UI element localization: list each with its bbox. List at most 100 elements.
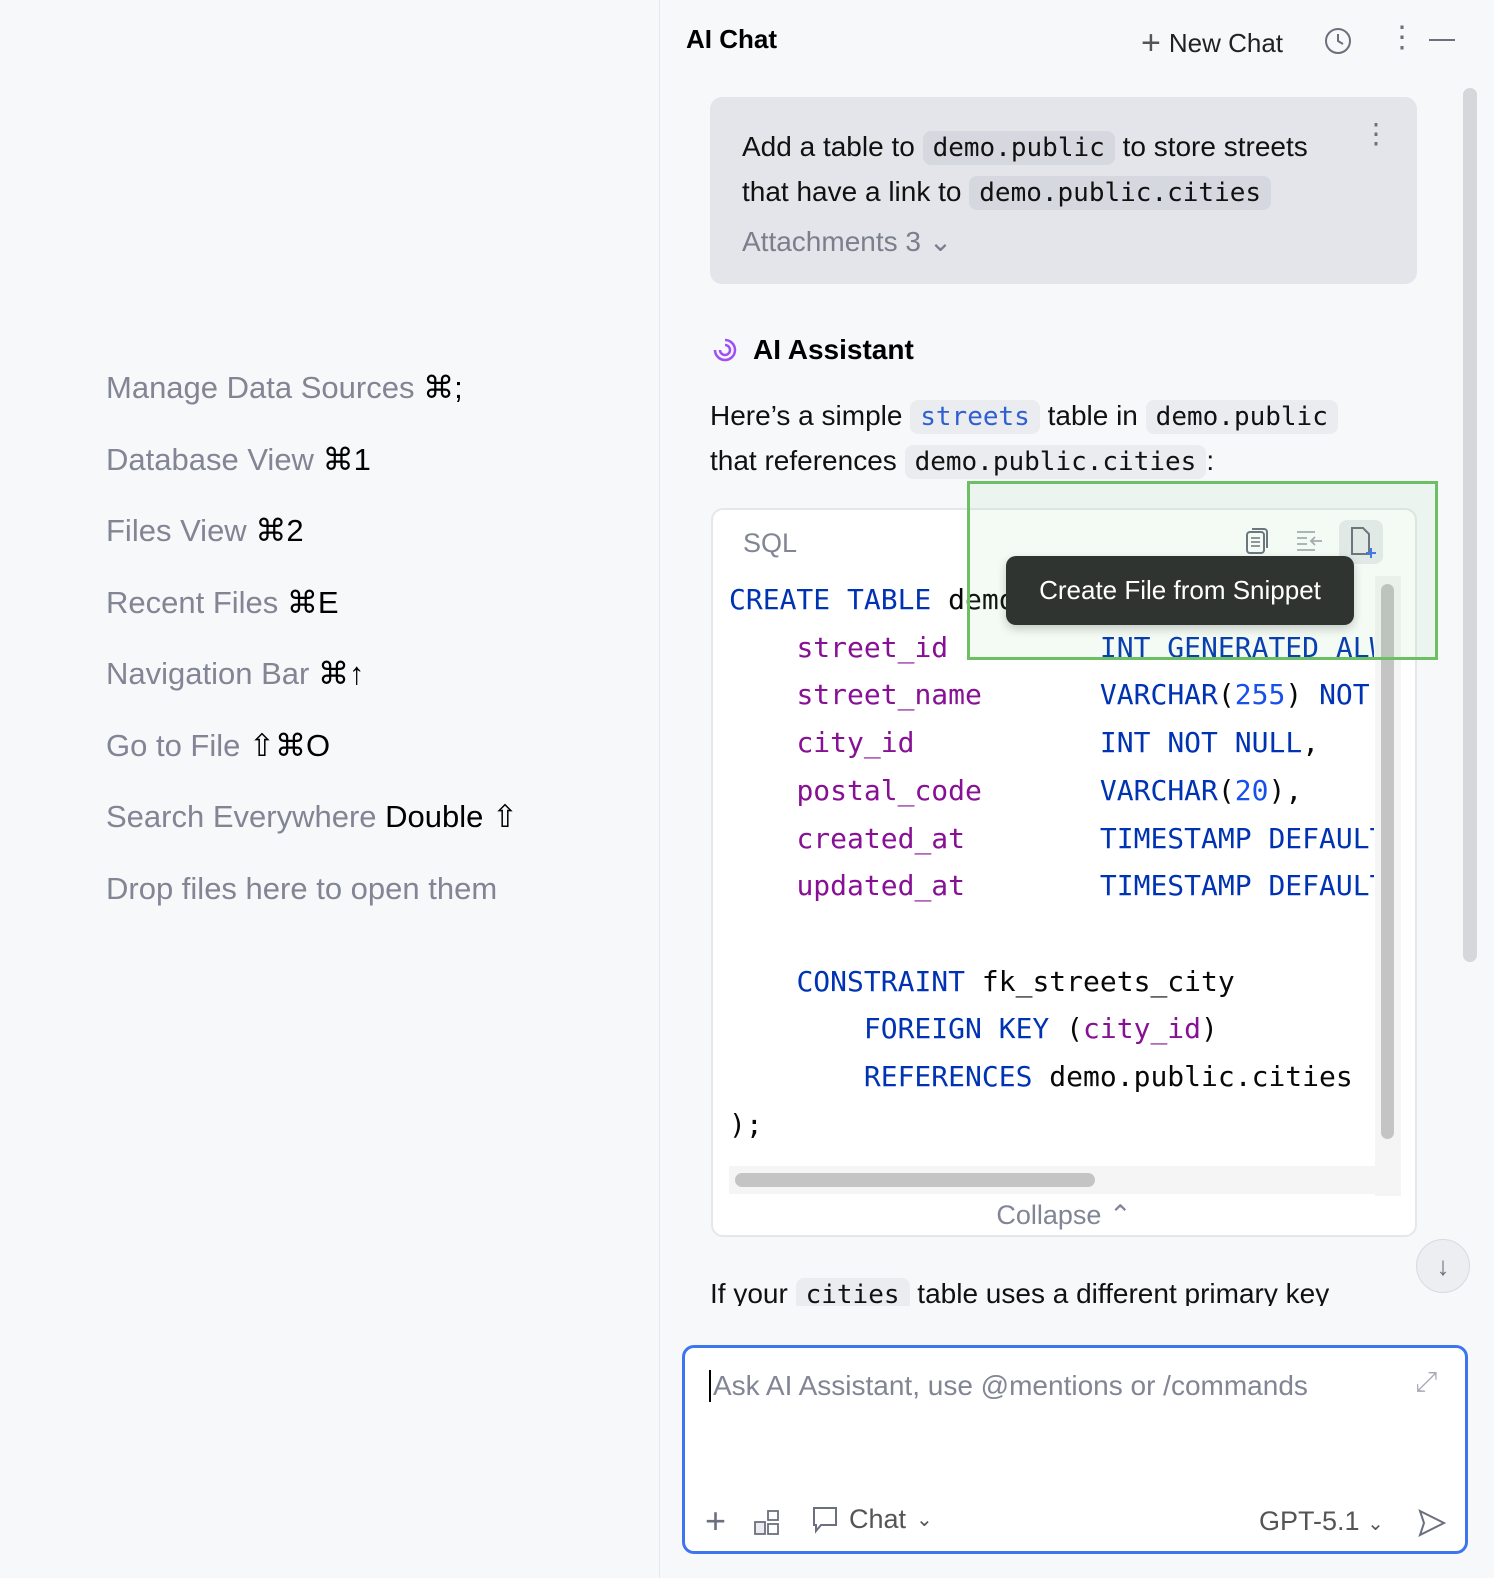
attachments-toggle[interactable]: Attachments 3 ⌄ xyxy=(742,225,952,258)
hint-label: Drop files here to open them xyxy=(106,871,498,906)
welcome-panel: Manage Data Sources ⌘; Database View ⌘1 Fi… xyxy=(0,0,660,1578)
more-options-icon[interactable]: ⋮ xyxy=(1387,20,1417,55)
code-token: TIMESTAMP DEFAULT xyxy=(1099,821,1374,855)
scroll-to-bottom-button[interactable]: ↓ xyxy=(1416,1239,1470,1293)
code-token: , xyxy=(1302,726,1320,760)
code-token: ( xyxy=(1217,773,1235,807)
code-language: SQL xyxy=(743,528,798,558)
hint-shortcut: ⌘; xyxy=(423,370,463,405)
code-line: CONSTRAINT fk_streets_city xyxy=(729,958,1374,1006)
code-token: 20 xyxy=(1234,773,1269,807)
code-line: street_name VARCHAR(255) NOT NUL xyxy=(729,671,1374,719)
assistant-followup-text: If your cities table uses a different pr… xyxy=(710,1274,1329,1306)
user-message: Add a table to demo.public to store stre… xyxy=(710,97,1417,284)
hint-shortcut: ⌘E xyxy=(286,585,339,620)
code-token: demo.public.cities ( xyxy=(1049,1060,1374,1094)
welcome-hint: Drop files here to open them xyxy=(106,871,497,907)
code-content: CREATE TABLE demo street_id INT GENERATE… xyxy=(729,576,1374,1156)
chevron-up-icon: ⌃ xyxy=(1108,1200,1132,1230)
code-token: street_id xyxy=(796,630,949,664)
welcome-hint: Manage Data Sources ⌘; xyxy=(106,370,463,406)
expand-icon[interactable]: ⤢ xyxy=(1415,1366,1437,1399)
model-selector[interactable]: GPT-5.1 ⌄ xyxy=(1259,1506,1384,1537)
scroll-thumb[interactable] xyxy=(735,1173,1095,1187)
code-token: fk_streets_city xyxy=(981,964,1235,998)
welcome-hint: Go to File ⇧⌘O xyxy=(106,728,330,764)
code-token: VARCHAR xyxy=(1099,773,1218,807)
welcome-hint: Files View ⌘2 xyxy=(106,513,304,549)
ai-chat-panel: AI Chat + New Chat ⋮ Add a table to demo… xyxy=(661,0,1494,1578)
hint-label: Database View xyxy=(106,442,314,477)
code-vertical-scrollbar[interactable] xyxy=(1375,576,1401,1196)
code-token: 255 xyxy=(1234,678,1286,712)
code-token: CREATE TABLE xyxy=(729,583,949,616)
code-line: created_at TIMESTAMP DEFAULT CU xyxy=(729,815,1374,863)
welcome-hint: Navigation Bar ⌘↑ xyxy=(106,656,364,692)
hint-label: Search Everywhere xyxy=(106,799,377,834)
code-line: REFERENCES demo.public.cities ( xyxy=(729,1053,1374,1101)
mode-selector[interactable]: Chat ⌄ xyxy=(811,1504,933,1535)
assistant-header: AI Assistant xyxy=(711,334,914,366)
code-token: ); xyxy=(729,1107,763,1141)
code-token: ( xyxy=(1217,678,1235,712)
hint-label: Navigation Bar xyxy=(106,656,310,691)
collapse-button[interactable]: Collapse ⌃ xyxy=(713,1200,1415,1231)
chat-scrollbar[interactable] xyxy=(1463,88,1477,962)
code-token: FOREIGN KEY xyxy=(863,1012,1067,1046)
code-token: ), xyxy=(1268,773,1303,807)
minimize-icon[interactable] xyxy=(1429,39,1455,41)
arrow-down-icon: ↓ xyxy=(1436,1250,1450,1281)
code-token: ) xyxy=(1201,1012,1218,1046)
tooltip: Create File from Snippet xyxy=(1006,556,1354,625)
code-token: ( xyxy=(1066,1012,1084,1046)
code-token: city_id xyxy=(796,726,915,760)
add-attachment-icon[interactable]: + xyxy=(705,1500,726,1542)
hint-label: Recent Files xyxy=(106,585,279,620)
message-options-icon[interactable]: ⋮ xyxy=(1362,117,1390,150)
code-token: REFERENCES xyxy=(863,1060,1050,1094)
context-icon[interactable] xyxy=(753,1508,783,1538)
chevron-down-icon: ⌄ xyxy=(916,1509,933,1531)
chat-bubble-icon xyxy=(813,1506,837,1534)
chat-input-placeholder[interactable]: Ask AI Assistant, use @mentions or /comm… xyxy=(709,1370,1308,1402)
code-horizontal-scrollbar[interactable] xyxy=(729,1166,1375,1194)
hint-label: Go to File xyxy=(106,728,241,763)
code-token: ) xyxy=(1285,678,1320,712)
ai-assistant-icon xyxy=(713,338,737,362)
code-token: updated_at xyxy=(796,869,966,903)
send-icon[interactable] xyxy=(1417,1508,1447,1538)
welcome-hint: Search Everywhere Double ⇧ xyxy=(106,799,518,835)
code-token: city_id xyxy=(1083,1012,1202,1046)
hint-shortcut: ⌘1 xyxy=(322,442,371,477)
code-line: updated_at TIMESTAMP DEFAULT CU xyxy=(729,862,1374,910)
chat-input[interactable]: Ask AI Assistant, use @mentions or /comm… xyxy=(682,1345,1468,1554)
plus-icon: + xyxy=(1141,24,1161,62)
code-token: TIMESTAMP DEFAULT xyxy=(1099,869,1374,903)
chevron-down-icon: ⌄ xyxy=(1367,1513,1384,1535)
code-token: CONSTRAINT xyxy=(796,964,982,998)
code-line xyxy=(729,910,1374,958)
history-icon[interactable] xyxy=(1323,26,1353,56)
code-line: ); xyxy=(729,1101,1374,1149)
code-token: VARCHAR xyxy=(1099,678,1218,712)
code-token: INT NOT NULL xyxy=(1099,726,1303,760)
scroll-thumb[interactable] xyxy=(1381,584,1394,1139)
code-token: street_name xyxy=(796,678,982,712)
code-line: city_id INT NOT NULL, xyxy=(729,719,1374,767)
hint-shortcut: ⌘2 xyxy=(255,513,304,548)
chevron-down-icon: ⌄ xyxy=(928,226,953,257)
new-chat-button[interactable]: + New Chat xyxy=(1141,24,1283,63)
hint-shortcut: ⇧⌘O xyxy=(249,728,331,763)
code-token: NOT NUL xyxy=(1319,678,1370,712)
assistant-text: Here’s a simple streets table in demo.pu… xyxy=(710,394,1338,484)
